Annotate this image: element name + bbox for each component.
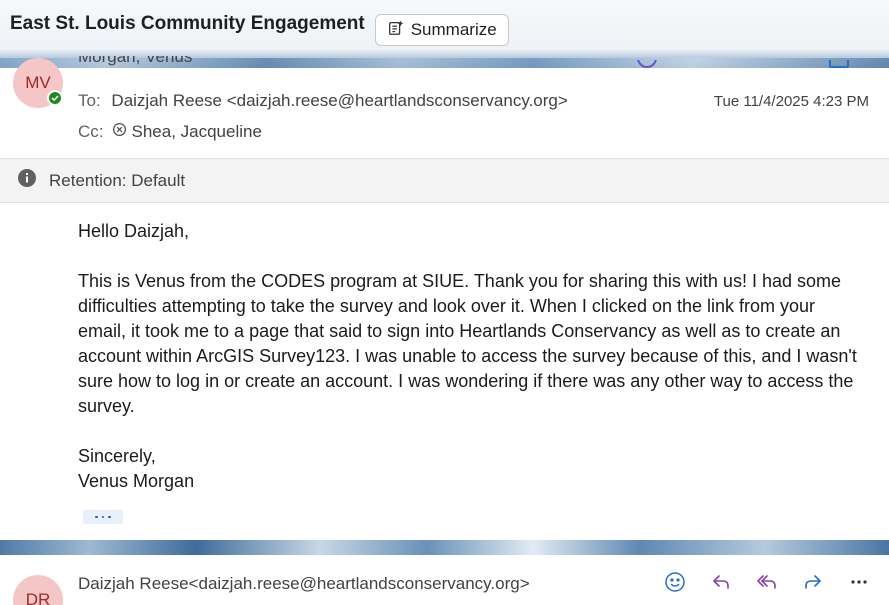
calendar-icon[interactable] <box>829 60 849 68</box>
emoji-icon[interactable] <box>663 570 687 594</box>
sent-date: Tue 11/4/2025 4:23 PM <box>713 93 869 110</box>
summarize-icon <box>387 19 405 42</box>
presence-available-icon <box>47 90 63 106</box>
reply-icon[interactable] <box>709 570 733 594</box>
sender-name[interactable]: Morgan, Venus <box>78 56 192 68</box>
retention-label: Retention: Default <box>49 170 186 190</box>
more-icon[interactable] <box>847 570 871 594</box>
avatar-initials: MV <box>25 73 51 92</box>
message-actions <box>637 60 849 70</box>
body-paragraph: This is Venus from the CODES program at … <box>78 271 857 416</box>
to-recipient[interactable]: Daizjah Reese <daizjah.reese@heartlandsc… <box>111 91 567 110</box>
emoji-icon[interactable] <box>637 60 657 68</box>
to-line: To: Daizjah Reese <daizjah.reese@heartla… <box>78 91 568 111</box>
avatar[interactable]: DR <box>13 575 63 605</box>
greeting: Hello Daizjah, <box>78 221 190 241</box>
retention-banner: Retention: Default <box>0 158 889 203</box>
cc-line: Cc: Shea, Jacqueline <box>78 122 262 142</box>
reply-all-icon[interactable] <box>755 570 779 594</box>
subject-bar: East St. Louis Community Engagement Summ… <box>0 0 889 60</box>
signature: Venus Morgan <box>78 471 195 491</box>
forward-icon[interactable] <box>801 570 825 594</box>
email-subject: East St. Louis Community Engagement <box>10 13 365 34</box>
avatar-initials: DR <box>25 590 51 605</box>
forward-icon[interactable] <box>781 60 801 68</box>
summarize-button[interactable]: Summarize <box>374 14 509 46</box>
reply-icon[interactable] <box>685 60 705 68</box>
cc-recipient[interactable]: Shea, Jacqueline <box>132 122 262 142</box>
info-icon <box>17 168 49 193</box>
message-actions <box>663 570 871 594</box>
cc-label: Cc: <box>78 122 104 141</box>
to-label: To: <box>78 91 101 110</box>
sender-name[interactable]: Daizjah Reese<daizjah.reese@heartlandsco… <box>78 574 530 594</box>
show-more-button[interactable] <box>83 510 123 524</box>
message-card: MV Morgan, Venus To: Daizjah Reese <daiz… <box>0 56 889 540</box>
closing: Sincerely, <box>78 446 156 466</box>
message-body: Hello Daizjah, This is Venus from the CO… <box>78 219 868 494</box>
message-card: DR Daizjah Reese<daizjah.reese@heartland… <box>0 555 889 605</box>
summarize-label: Summarize <box>410 20 497 39</box>
banner-divider <box>0 540 889 555</box>
reply-all-icon[interactable] <box>733 60 753 68</box>
unavailable-status-icon <box>112 122 132 142</box>
